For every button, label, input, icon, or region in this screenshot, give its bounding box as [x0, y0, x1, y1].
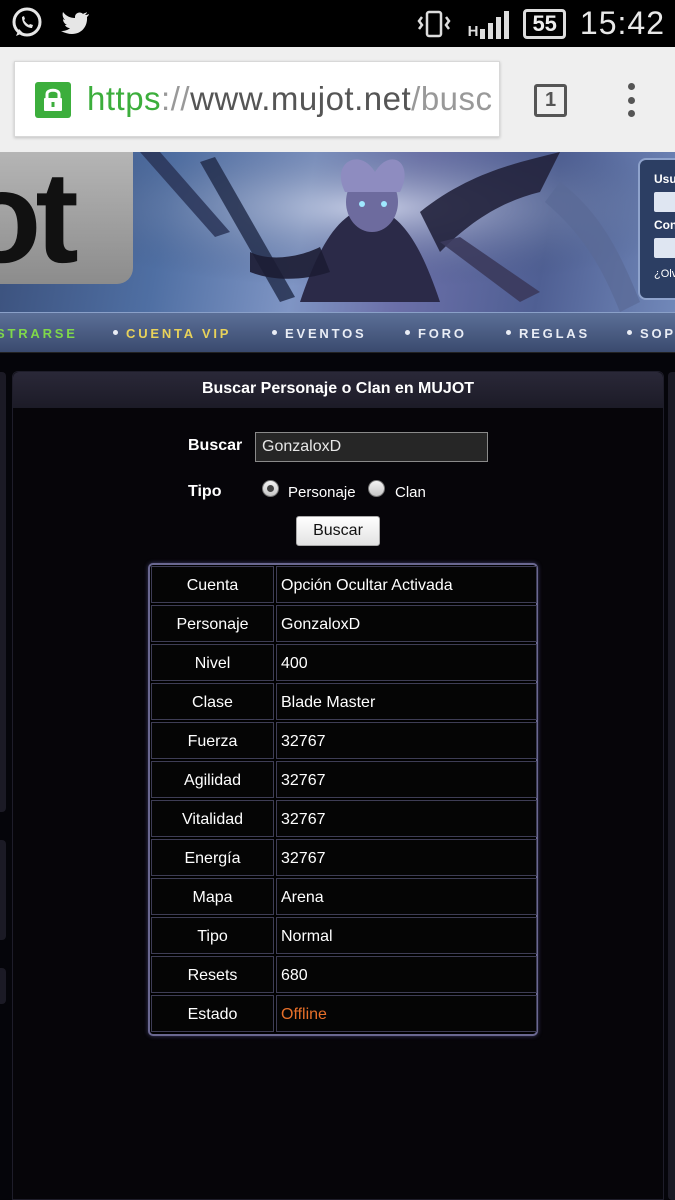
- left-sidebar-edge: [0, 968, 6, 1004]
- url-bar[interactable]: https://www.mujot.net/busc: [14, 61, 500, 137]
- status-value: Offline: [276, 995, 537, 1032]
- table-row: Fuerza 32767: [151, 722, 537, 761]
- whatsapp-icon: [12, 7, 42, 37]
- nav-item-cuenta-vip[interactable]: CUENTA VIP: [113, 326, 231, 341]
- site-banner: ot Usu Con ¿Olv: [0, 152, 675, 312]
- table-key: Mapa: [151, 878, 274, 915]
- table-row: Energía 32767: [151, 839, 537, 878]
- radio-personaje-label[interactable]: Personaje: [288, 484, 356, 501]
- table-value: 32767: [276, 800, 537, 837]
- network-type: H: [467, 22, 479, 40]
- table-value: Arena: [276, 878, 537, 915]
- site-logo[interactable]: ot: [0, 152, 133, 290]
- nav-item-soporte[interactable]: SOP: [627, 326, 675, 341]
- bullet-icon: [405, 330, 410, 336]
- table-key: Tipo: [151, 917, 274, 954]
- login-user-label: Usu: [654, 172, 675, 186]
- nav-item-registrarse[interactable]: STRARSE: [0, 326, 78, 341]
- table-key: Estado: [151, 995, 274, 1032]
- table-value: 680: [276, 956, 537, 993]
- forgot-password-link[interactable]: ¿Olv: [654, 268, 675, 280]
- radio-personaje[interactable]: [262, 480, 279, 497]
- nav-item-foro[interactable]: FORO: [405, 326, 467, 341]
- signal-icon: [480, 9, 510, 39]
- vibrate-icon: [417, 10, 451, 37]
- login-pass-label: Con: [654, 218, 675, 232]
- bullet-icon: [627, 330, 632, 336]
- nav-item-reglas[interactable]: REGLAS: [506, 326, 590, 341]
- table-row: Personaje GonzaloxD: [151, 605, 537, 644]
- tab-switcher-button[interactable]: 1: [534, 84, 567, 117]
- table-key: Personaje: [151, 605, 274, 642]
- table-row: Tipo Normal: [151, 917, 537, 956]
- right-sidebar-edge: [668, 372, 675, 1200]
- table-row: Mapa Arena: [151, 878, 537, 917]
- url-text: https://www.mujot.net/busc: [87, 80, 493, 117]
- table-key: Cuenta: [151, 566, 274, 603]
- table-key: Vitalidad: [151, 800, 274, 837]
- bullet-icon: [506, 330, 511, 336]
- bullet-icon: [113, 330, 118, 336]
- table-key: Clase: [151, 683, 274, 720]
- table-value: Blade Master: [276, 683, 537, 720]
- bullet-icon: [272, 330, 277, 336]
- overflow-menu-icon[interactable]: [624, 83, 638, 117]
- login-panel: Usu Con ¿Olv: [638, 158, 675, 300]
- search-button[interactable]: Buscar: [296, 516, 380, 546]
- table-row: Agilidad 32767: [151, 761, 537, 800]
- search-label: Buscar: [188, 437, 243, 454]
- table-row: Cuenta Opción Ocultar Activada: [151, 566, 537, 605]
- radio-clan[interactable]: [368, 480, 385, 497]
- twitter-icon: [61, 12, 89, 35]
- table-key: Agilidad: [151, 761, 274, 798]
- left-sidebar-edge: [0, 372, 6, 812]
- main-nav: STRARSE CUENTA VIP EVENTOS FORO REGLAS S…: [0, 312, 675, 353]
- table-row: Nivel 400: [151, 644, 537, 683]
- table-value: 32767: [276, 761, 537, 798]
- table-value: GonzaloxD: [276, 605, 537, 642]
- table-value: Normal: [276, 917, 537, 954]
- login-user-input[interactable]: [654, 192, 675, 212]
- table-row: Resets 680: [151, 956, 537, 995]
- table-row: Clase Blade Master: [151, 683, 537, 722]
- nav-item-eventos[interactable]: EVENTOS: [272, 326, 367, 341]
- status-bar: H 55 15:42: [0, 0, 675, 47]
- table-value: 32767: [276, 722, 537, 759]
- table-key: Nivel: [151, 644, 274, 681]
- table-value: 32767: [276, 839, 537, 876]
- battery-indicator: 55: [523, 8, 566, 39]
- table-row: Estado Offline: [151, 995, 537, 1034]
- result-table: Cuenta Opción Ocultar Activada Personaje…: [148, 563, 538, 1036]
- radio-clan-label[interactable]: Clan: [395, 484, 426, 501]
- type-label: Tipo: [188, 483, 222, 500]
- clock: 15:42: [579, 5, 665, 41]
- table-value: 400: [276, 644, 537, 681]
- table-value: Opción Ocultar Activada: [276, 566, 537, 603]
- table-row: Vitalidad 32767: [151, 800, 537, 839]
- search-input[interactable]: [255, 432, 488, 462]
- table-key: Energía: [151, 839, 274, 876]
- table-key: Fuerza: [151, 722, 274, 759]
- browser-toolbar: https://www.mujot.net/busc 1: [0, 47, 675, 152]
- table-key: Resets: [151, 956, 274, 993]
- left-sidebar-edge: [0, 840, 6, 940]
- login-pass-input[interactable]: [654, 238, 675, 258]
- panel-title: Buscar Personaje o Clan en MUJOT: [13, 372, 663, 408]
- lock-icon: [35, 82, 71, 118]
